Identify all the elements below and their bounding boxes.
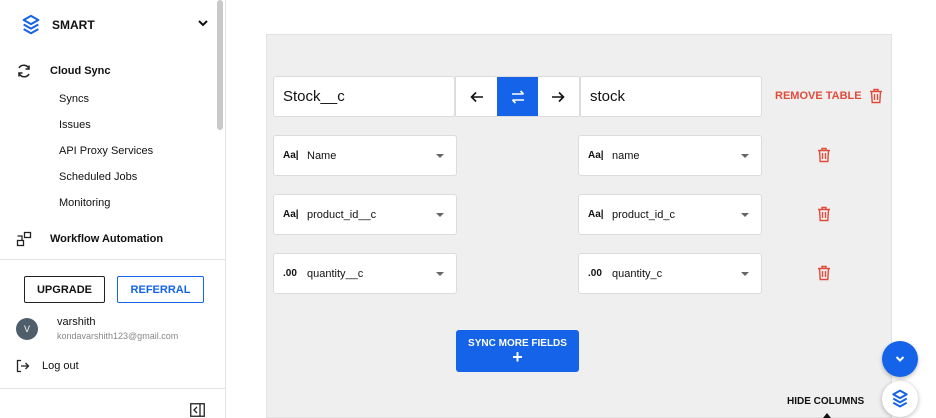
dropdown-caret-icon [436,213,444,217]
nav-workflow-automation-label: Workflow Automation [50,233,164,245]
direction-right-button[interactable] [538,77,579,116]
number-type-icon: .00 [588,268,602,279]
smart-logo-icon [892,389,908,408]
scroll-down-button[interactable] [882,341,918,377]
target-field-select[interactable]: Aa| name [578,135,762,176]
nav-cloud-sync-label: Cloud Sync [50,65,111,77]
workflow-icon [16,231,32,247]
text-type-icon: Aa| [588,209,604,220]
number-type-icon: .00 [283,268,297,279]
sync-icon [18,64,30,78]
sidebar-item-api-proxy-services[interactable]: API Proxy Services [59,145,153,157]
logout-button[interactable]: Log out [16,359,79,373]
target-table-field[interactable]: stock [580,76,762,117]
arrow-left-icon [470,91,483,102]
arrow-right-icon [552,91,565,102]
nav-cloud-sync[interactable]: Cloud Sync [16,63,111,79]
sidebar-divider [0,388,225,389]
source-field-select[interactable]: Aa| Name [273,135,457,176]
sidebar-item-scheduled-jobs[interactable]: Scheduled Jobs [59,171,137,183]
logout-label: Log out [42,360,79,372]
delete-row-trash-icon[interactable] [817,147,831,163]
dropdown-caret-icon [741,154,749,158]
brand[interactable]: SMART [20,14,95,36]
remove-table-button[interactable]: REMOVE TABLE [775,88,883,104]
smart-logo-icon [22,14,40,35]
source-field-name: quantity__c [307,267,364,280]
sidebar-divider [0,259,225,260]
plus-icon: + [512,346,523,367]
source-field-select[interactable]: .00 quantity__c [273,253,457,294]
app-window: SMART Cloud Sync Syncs Issues API Proxy … [0,0,936,418]
upgrade-button[interactable]: UPGRADE [24,276,105,303]
target-field-name: quantity_c [612,267,663,280]
dropdown-caret-icon [436,154,444,158]
sidebar-item-syncs[interactable]: Syncs [59,93,89,105]
trash-icon [869,88,882,104]
sidebar: SMART Cloud Sync Syncs Issues API Proxy … [0,0,226,418]
sidebar-item-issues[interactable]: Issues [59,119,91,131]
target-field-select[interactable]: .00 quantity_c [578,253,762,294]
target-field-name: name [612,149,640,162]
source-field-name: product_id__c [307,208,377,221]
logout-icon [16,359,30,373]
dropdown-caret-icon [741,272,749,276]
source-field-select[interactable]: Aa| product_id__c [273,194,457,235]
text-type-icon: Aa| [283,209,299,220]
dropdown-caret-icon [436,272,444,276]
chevron-down-icon[interactable] [196,16,210,30]
user-email: kondavarshith123@gmail.com [57,331,179,341]
source-field-name: Name [307,149,337,162]
chevron-down-icon [895,356,905,362]
brand-name: SMART [52,18,95,32]
text-type-icon: Aa| [283,150,299,161]
collapse-sidebar-icon[interactable] [190,403,205,417]
target-field-select[interactable]: Aa| product_id_c [578,194,762,235]
target-table-name: stock [590,88,626,105]
target-field-name: product_id_c [612,208,675,221]
caret-up-icon[interactable] [823,413,831,418]
sync-direction-toggle [455,76,580,117]
hide-columns-button[interactable]: HIDE COLUMNS [787,396,864,407]
delete-row-trash-icon[interactable] [817,265,831,281]
dropdown-caret-icon [741,213,749,217]
text-type-icon: Aa| [588,150,604,161]
direction-bidirectional-button[interactable] [497,77,538,116]
referral-button[interactable]: REFERRAL [117,276,204,303]
nav-workflow-automation[interactable]: Workflow Automation [16,231,163,247]
avatar[interactable]: V [16,318,38,340]
direction-left-button[interactable] [456,77,497,116]
user-name: varshith [57,316,96,328]
sync-more-fields-button[interactable]: SYNC MORE FIELDS + [456,330,579,372]
delete-row-trash-icon[interactable] [817,206,831,222]
source-table-name: Stock__c [283,88,345,105]
chat-widget-button[interactable] [882,381,918,417]
swap-arrows-icon [511,89,524,104]
sidebar-scrollbar[interactable] [217,0,223,130]
source-table-field[interactable]: Stock__c [273,76,455,117]
remove-table-label: REMOVE TABLE [775,90,862,102]
sidebar-item-monitoring[interactable]: Monitoring [59,197,110,209]
